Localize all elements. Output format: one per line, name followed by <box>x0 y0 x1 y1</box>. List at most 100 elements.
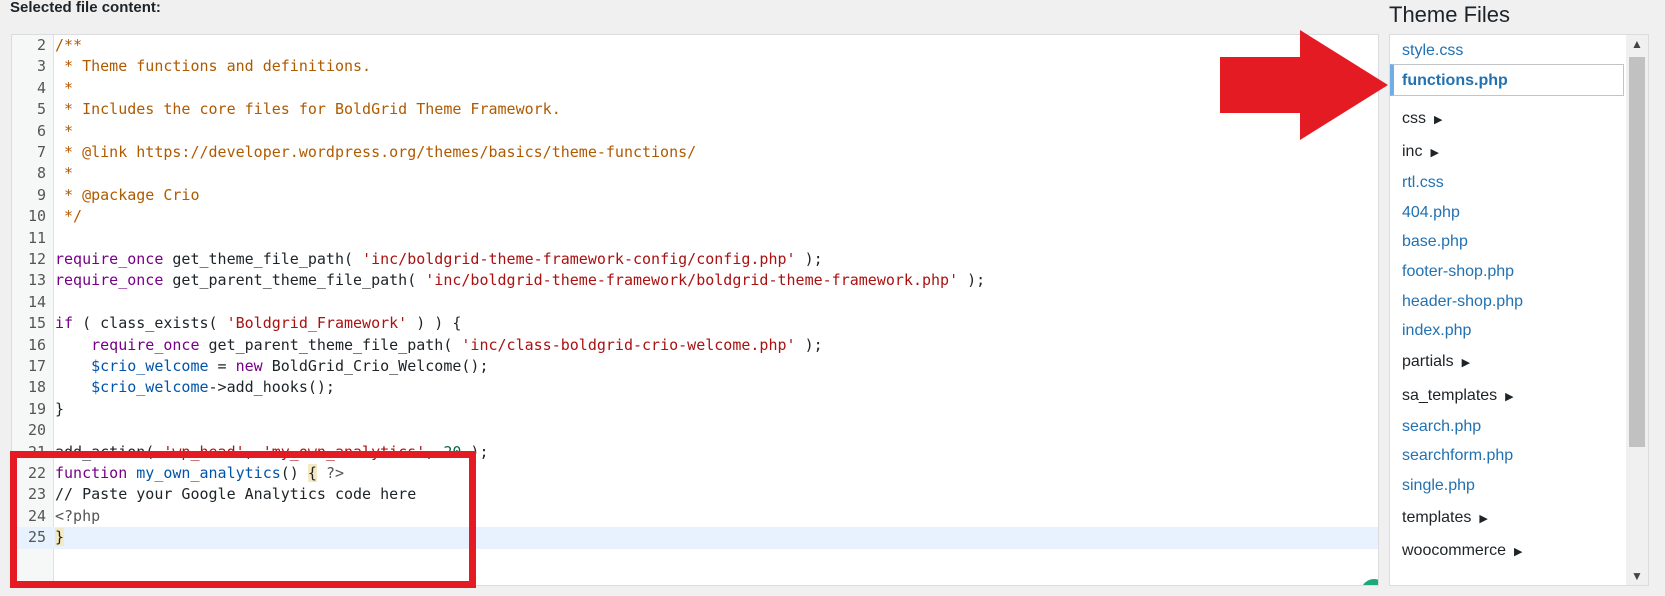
code-text[interactable]: * @package Crio <box>55 185 199 206</box>
line-number: 6 <box>36 121 46 140</box>
code-token: BoldGrid_Crio_Welcome(); <box>262 357 489 375</box>
code-token: get_theme_file_path( <box>163 250 363 268</box>
caret-right-icon[interactable]: ▶ <box>1434 114 1442 126</box>
code-token: * <box>55 121 74 140</box>
folder-item[interactable]: woocommerce ▶ <box>1390 535 1624 567</box>
code-token: ); <box>795 250 823 268</box>
code-text[interactable]: } <box>55 399 64 420</box>
line-number: 20 <box>27 421 46 440</box>
code-line[interactable]: 16 require_once get_parent_theme_file_pa… <box>12 335 1378 356</box>
code-token: require_once <box>91 335 200 354</box>
file-item[interactable]: header-shop.php <box>1390 286 1624 318</box>
code-token: ) ) { <box>407 314 462 333</box>
code-token: 'inc/boldgrid-theme-framework/boldgrid-t… <box>425 271 959 290</box>
code-line[interactable]: 8 * <box>12 163 1378 184</box>
chevron-up-icon[interactable]: ▲ <box>1626 37 1648 51</box>
code-line[interactable]: 6 * <box>12 121 1378 142</box>
file-item[interactable]: footer-shop.php <box>1390 256 1624 288</box>
caret-right-icon[interactable]: ▶ <box>1479 513 1487 525</box>
file-item-label: index.php <box>1402 322 1472 339</box>
file-item-label: footer-shop.php <box>1402 263 1515 280</box>
code-token: if <box>55 314 74 333</box>
code-line[interactable]: 4 * <box>12 78 1378 99</box>
code-line[interactable]: 14 <box>12 292 1378 313</box>
code-text[interactable]: /** <box>55 35 82 56</box>
chevron-down-icon[interactable]: ▼ <box>1626 569 1648 583</box>
code-line[interactable]: 13 require_once get_parent_theme_file_pat… <box>12 270 1378 291</box>
code-line[interactable]: 19} <box>12 399 1378 420</box>
code-text[interactable]: * @link https://developer.wordpress.org/… <box>55 142 696 163</box>
file-item-label: searchform.php <box>1402 447 1514 464</box>
code-text[interactable]: require_once get_parent_theme_file_path(… <box>55 270 985 291</box>
file-item[interactable]: style.css <box>1390 35 1624 67</box>
code-text[interactable]: * Includes the core files for BoldGrid T… <box>55 99 561 120</box>
code-token: * <box>55 78 74 97</box>
annotation-arrow-icon <box>1220 30 1388 140</box>
code-token: = <box>208 357 236 375</box>
code-token: get_parent_theme_file_path( <box>199 335 462 354</box>
code-line[interactable]: 20 <box>12 420 1378 441</box>
theme-files-scrollbar[interactable]: ▲ ▼ <box>1626 35 1648 585</box>
caret-right-icon[interactable]: ▶ <box>1505 391 1513 403</box>
code-text[interactable]: * <box>55 121 73 142</box>
file-item-label: 404.php <box>1402 204 1460 221</box>
line-number: 9 <box>36 185 46 204</box>
code-line[interactable]: 15 if ( class_exists( 'Boldgrid_Framework… <box>12 313 1378 334</box>
code-line[interactable]: 9 * @package Crio <box>12 185 1378 206</box>
line-number: 7 <box>36 143 46 161</box>
file-item[interactable]: searchform.php <box>1390 440 1624 472</box>
code-token: ); <box>795 335 823 354</box>
file-item[interactable]: functions.php <box>1390 64 1624 96</box>
line-number: 4 <box>36 78 46 97</box>
file-item[interactable]: 404.php <box>1390 197 1624 229</box>
file-item-label: functions.php <box>1402 72 1508 89</box>
caret-right-icon[interactable]: ▶ <box>1462 357 1470 369</box>
code-text[interactable]: */ <box>55 206 82 227</box>
code-text[interactable]: * <box>55 78 73 99</box>
code-text[interactable]: require_once get_theme_file_path( 'inc/b… <box>55 249 823 270</box>
code-text[interactable]: require_once get_parent_theme_file_path(… <box>55 335 823 356</box>
code-line[interactable]: 7 * @link https://developer.wordpress.or… <box>12 142 1378 163</box>
line-number: 8 <box>36 164 46 183</box>
code-line[interactable]: 11 <box>12 228 1378 249</box>
code-line[interactable]: 3 * Theme functions and definitions. <box>12 56 1378 77</box>
code-line[interactable]: 10 */ <box>12 206 1378 227</box>
code-token: new <box>235 357 263 375</box>
folder-item[interactable]: partials ▶ <box>1390 346 1624 378</box>
file-item[interactable]: single.php <box>1390 470 1624 502</box>
annotation-highlight-box <box>10 451 476 588</box>
code-line[interactable]: 2 /** <box>12 35 1378 56</box>
folder-item[interactable]: templates ▶ <box>1390 502 1624 534</box>
code-text[interactable]: if ( class_exists( 'Boldgrid_Framework' … <box>55 313 461 334</box>
file-item[interactable]: index.php <box>1390 315 1624 347</box>
code-line[interactable]: 17 $crio_welcome = new BoldGrid_Crio_Wel… <box>12 356 1378 377</box>
file-item-label: style.css <box>1402 42 1464 59</box>
code-token: */ <box>55 207 83 226</box>
line-number: 16 <box>27 335 46 354</box>
code-token: /** <box>55 36 83 54</box>
file-item[interactable]: search.php <box>1390 411 1624 443</box>
file-item[interactable]: base.php <box>1390 226 1624 258</box>
line-number: 10 <box>27 207 46 226</box>
code-token: * Theme functions and definitions. <box>55 57 372 76</box>
code-text[interactable]: * Theme functions and definitions. <box>55 56 371 77</box>
code-token: 'Boldgrid_Framework' <box>226 314 408 333</box>
file-item-label: woocommerce <box>1402 542 1507 559</box>
code-text[interactable]: $crio_welcome = new BoldGrid_Crio_Welcom… <box>55 356 489 377</box>
folder-item[interactable]: sa_templates ▶ <box>1390 380 1624 412</box>
scroll-indicator-icon[interactable] <box>1361 579 1378 585</box>
code-line[interactable]: 5 * Includes the core files for BoldGrid… <box>12 99 1378 120</box>
code-line[interactable]: 18 $crio_welcome->add_hooks(); <box>12 377 1378 398</box>
code-text[interactable]: * <box>55 163 73 184</box>
caret-right-icon[interactable]: ▶ <box>1430 147 1438 159</box>
file-item-label: sa_templates <box>1402 387 1498 404</box>
file-item-label: inc <box>1402 143 1423 160</box>
theme-files-scrollbar-thumb[interactable] <box>1629 57 1645 447</box>
folder-item[interactable]: css ▶ <box>1390 103 1624 135</box>
folder-item[interactable]: inc ▶ <box>1390 136 1624 168</box>
code-line[interactable]: 12 require_once get_theme_file_path( 'inc… <box>12 249 1378 270</box>
file-item[interactable]: rtl.css <box>1390 167 1624 199</box>
code-text[interactable]: $crio_welcome->add_hooks(); <box>55 377 335 398</box>
line-number: 3 <box>36 57 46 76</box>
caret-right-icon[interactable]: ▶ <box>1514 546 1522 558</box>
